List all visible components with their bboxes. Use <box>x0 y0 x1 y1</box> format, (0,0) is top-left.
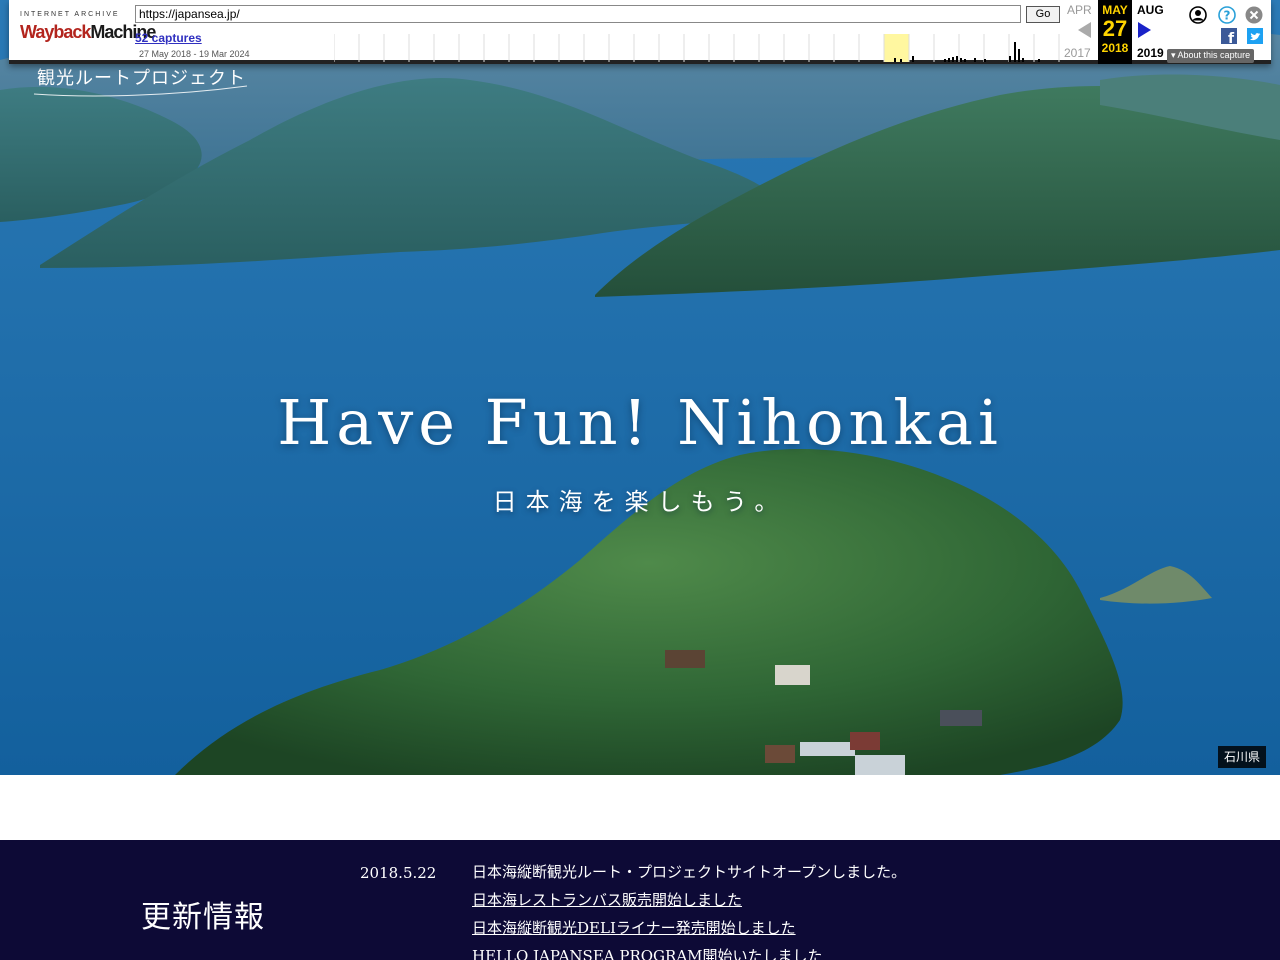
wayback-url-input[interactable] <box>135 5 1021 23</box>
wayback-about-capture-button[interactable]: ▾ About this capture <box>1167 49 1255 63</box>
wayback-prev-arrow-icon[interactable] <box>1078 22 1091 38</box>
news-item-link[interactable]: 日本海縦断観光DELIライナー発売開始しました <box>472 918 906 946</box>
wayback-next-month[interactable]: AUG <box>1137 3 1164 17</box>
wayback-logo-top: INTERNET ARCHIVE <box>20 11 120 18</box>
wayback-captures-link[interactable]: 52 captures <box>135 31 202 45</box>
logo-swoosh-icon <box>33 85 248 97</box>
wayback-next-year[interactable]: 2019 <box>1137 46 1164 60</box>
wayback-prev-year[interactable]: 2017 <box>1064 46 1091 60</box>
wayback-go-button[interactable]: Go <box>1026 6 1060 23</box>
svg-text:f: f <box>1228 31 1235 44</box>
news-date: 2018.5.22 <box>360 864 437 882</box>
news-item: 日本海縦断観光ルート・プロジェクトサイトオープンしました。 <box>472 863 907 881</box>
site-logo[interactable]: 観光ルートプロジェクト <box>32 64 252 100</box>
close-icon[interactable] <box>1245 6 1263 24</box>
hero-title: Have Fun! Nihonkai <box>277 386 1003 459</box>
user-icon[interactable] <box>1189 6 1207 24</box>
news-heading: 更新情報 <box>141 900 265 935</box>
news-section: 更新情報 2018.5.22 日本海縦断観光ルート・プロジェクトサイトオープンし… <box>0 840 1280 960</box>
hero-subtitle: 日本海を楽しもう。 <box>492 488 788 516</box>
help-icon[interactable]: ? <box>1218 6 1236 24</box>
wayback-date-range: 27 May 2018 - 19 Mar 2024 <box>139 49 250 59</box>
news-list: 日本海縦断観光ルート・プロジェクトサイトオープンしました。 日本海レストランバス… <box>472 862 906 960</box>
wayback-current-date: MAY 27 2018 <box>1098 0 1132 64</box>
wayback-about-label: About this capture <box>1177 50 1251 60</box>
wayback-current-year: 2018 <box>1101 41 1129 55</box>
wayback-toolbar: INTERNET ARCHIVE WaybackMachine Go 52 ca… <box>9 0 1271 64</box>
news-item-link[interactable]: 日本海レストランバス販売開始しました <box>472 890 906 918</box>
hero-section: 観光ルートプロジェクト Have Fun! Nihonkai 日本海を楽しもう。… <box>0 0 1280 775</box>
twitter-icon[interactable] <box>1247 28 1263 44</box>
wayback-logo-word-a: Wayback <box>20 22 91 42</box>
svg-text:?: ? <box>1224 9 1231 23</box>
wayback-capture-sparkline[interactable] <box>334 34 1060 62</box>
wayback-next-arrow-icon[interactable] <box>1138 22 1151 38</box>
wayback-prev-month[interactable]: APR <box>1067 3 1092 17</box>
news-item-link[interactable]: HELLO JAPANSEA PROGRAM開始いたしました <box>472 946 906 960</box>
location-tag: 石川県 <box>1217 746 1266 768</box>
facebook-icon[interactable]: f <box>1221 28 1237 44</box>
wayback-current-day: 27 <box>1102 16 1128 41</box>
wayback-logo[interactable]: INTERNET ARCHIVE WaybackMachine <box>17 8 156 52</box>
wayback-current-month: MAY <box>1102 3 1128 17</box>
